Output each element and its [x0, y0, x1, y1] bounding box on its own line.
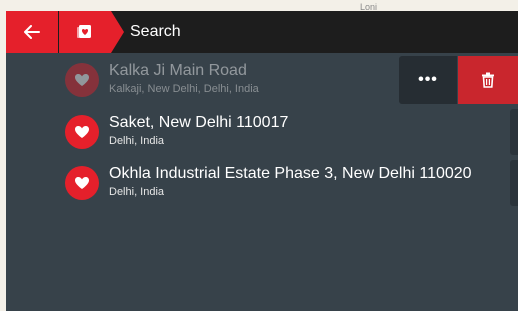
favorites-button[interactable]: [59, 11, 111, 53]
heart-badge: [65, 63, 99, 97]
heart-icon: [75, 74, 89, 86]
back-button[interactable]: [6, 11, 58, 53]
favorites-panel: Kalka Ji Main Road Kalkaji, New Delhi, D…: [6, 53, 518, 311]
favorite-title: Kalka Ji Main Road: [109, 62, 247, 79]
favorite-subtitle: Kalkaji, New Delhi, Delhi, India: [109, 83, 259, 95]
row-edge-handle[interactable]: [510, 109, 518, 155]
favorite-subtitle: Delhi, India: [109, 186, 165, 198]
row-edge-handle[interactable]: [510, 160, 518, 206]
heart-icon: [75, 177, 89, 189]
more-icon: •••: [418, 71, 438, 88]
arrow-left-icon: [24, 25, 40, 39]
heart-badge: [65, 166, 99, 200]
breadcrumb-arrow: [111, 11, 124, 53]
heart-badge: [65, 115, 99, 149]
heart-icon: [75, 126, 89, 138]
trash-icon: [482, 72, 494, 88]
favorite-row[interactable]: Saket, New Delhi 110017 Delhi, India: [6, 105, 518, 159]
favorite-title: Saket, New Delhi 110017: [109, 114, 289, 131]
delete-button[interactable]: [458, 56, 518, 104]
more-options-button[interactable]: •••: [399, 56, 457, 104]
top-bar: Search: [6, 11, 518, 53]
favorite-subtitle: Delhi, India: [109, 135, 165, 147]
favorite-row[interactable]: Kalka Ji Main Road Kalkaji, New Delhi, D…: [6, 53, 518, 107]
page-title: Search: [130, 23, 181, 40]
favorite-title: Okhla Industrial Estate Phase 3, New Del…: [109, 165, 472, 182]
favorite-row[interactable]: Okhla Industrial Estate Phase 3, New Del…: [6, 156, 518, 210]
favorites-icon: [77, 25, 91, 38]
